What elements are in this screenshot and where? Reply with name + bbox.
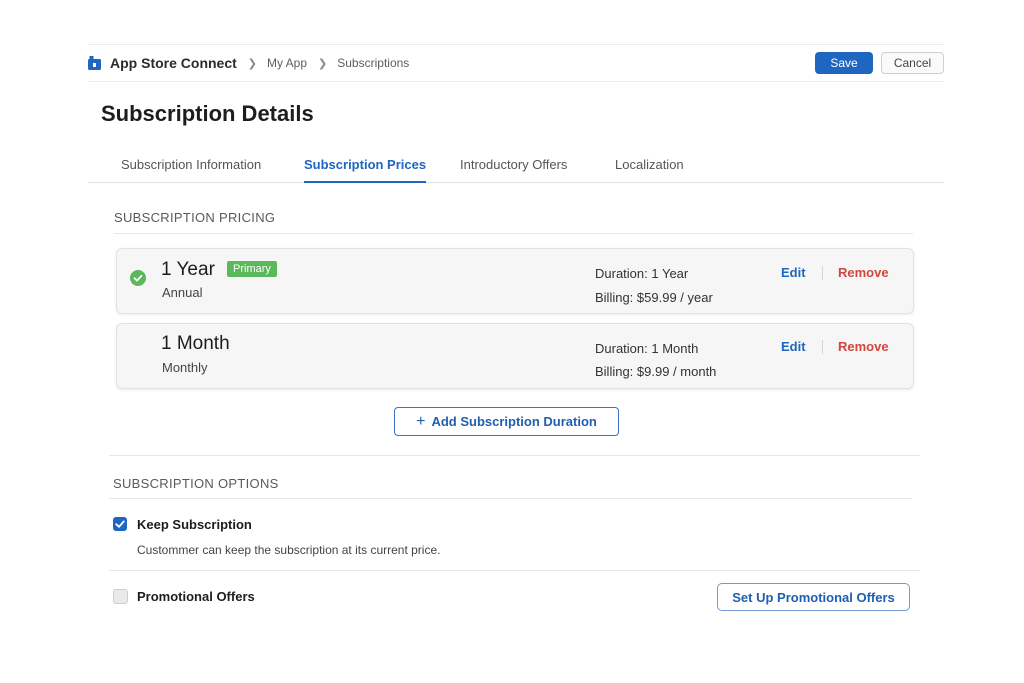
plan-name: 1 Year (161, 259, 215, 280)
keep-subscription-description: Custommer can keep the subscription at i… (137, 543, 441, 557)
promotional-offers-label: Promotional Offers (137, 589, 255, 604)
add-subscription-duration-label: Add Subscription Duration (431, 414, 597, 429)
link-divider (822, 340, 823, 354)
subscription-pricing-heading: SUBSCRIPTION PRICING (114, 210, 276, 225)
add-subscription-duration-button[interactable]: + Add Subscription Duration (394, 407, 619, 436)
keep-subscription-checkbox[interactable] (113, 517, 127, 531)
tab-bar: Subscription Information Subscription Pr… (88, 152, 944, 183)
subscription-options-heading: SUBSCRIPTION OPTIONS (113, 476, 279, 491)
save-button[interactable]: Save (815, 52, 873, 74)
plan-name: 1 Month (161, 333, 230, 354)
top-bar: App Store Connect ❯ My App ❯ Subscriptio… (88, 45, 944, 82)
plan-billing: Billing: $59.99 / year (595, 290, 713, 305)
page-title: Subscription Details (101, 101, 314, 126)
promotional-offers-checkbox[interactable] (113, 589, 128, 604)
remove-link[interactable]: Remove (838, 265, 889, 280)
breadcrumb-app-name[interactable]: App Store Connect (110, 55, 237, 71)
section-divider (109, 570, 920, 571)
app-store-connect-icon (88, 56, 101, 70)
check-circle-icon (130, 270, 146, 286)
header-actions: Save Cancel (815, 52, 944, 74)
tab-subscription-prices[interactable]: Subscription Prices (304, 157, 427, 183)
price-card-1-year: 1 Year Primary Annual Duration: 1 Year B… (116, 248, 914, 314)
tab-introductory-offers[interactable]: Introductory Offers (460, 157, 567, 181)
primary-badge: Primary (227, 261, 277, 277)
edit-link[interactable]: Edit (781, 265, 806, 280)
section-divider (109, 498, 912, 499)
remove-link[interactable]: Remove (838, 339, 889, 354)
plan-duration: Duration: 1 Year (595, 266, 689, 281)
breadcrumb-my-app[interactable]: My App (267, 56, 307, 70)
link-divider (822, 266, 823, 280)
checkmark-icon (115, 520, 125, 528)
plan-duration: Duration: 1 Month (595, 341, 699, 356)
chevron-right-icon: ❯ (247, 57, 257, 70)
tab-subscription-information[interactable]: Subscription Information (121, 157, 261, 181)
section-divider (114, 233, 913, 234)
breadcrumb-subscriptions[interactable]: Subscriptions (337, 56, 409, 70)
edit-link[interactable]: Edit (781, 339, 806, 354)
plan-subtitle: Monthly (162, 360, 208, 375)
keep-subscription-label: Keep Subscription (137, 517, 252, 532)
plan-subtitle: Annual (162, 285, 203, 300)
plus-icon: + (416, 412, 426, 430)
tab-localization[interactable]: Localization (615, 157, 684, 181)
section-divider (109, 455, 920, 456)
plan-billing: Billing: $9.99 / month (595, 364, 717, 379)
cancel-button[interactable]: Cancel (881, 52, 944, 74)
set-up-promotional-offers-button[interactable]: Set Up Promotional Offers (717, 583, 910, 611)
price-card-1-month: 1 Month Monthly Duration: 1 Month Billin… (116, 323, 914, 389)
chevron-right-icon: ❯ (318, 57, 328, 70)
